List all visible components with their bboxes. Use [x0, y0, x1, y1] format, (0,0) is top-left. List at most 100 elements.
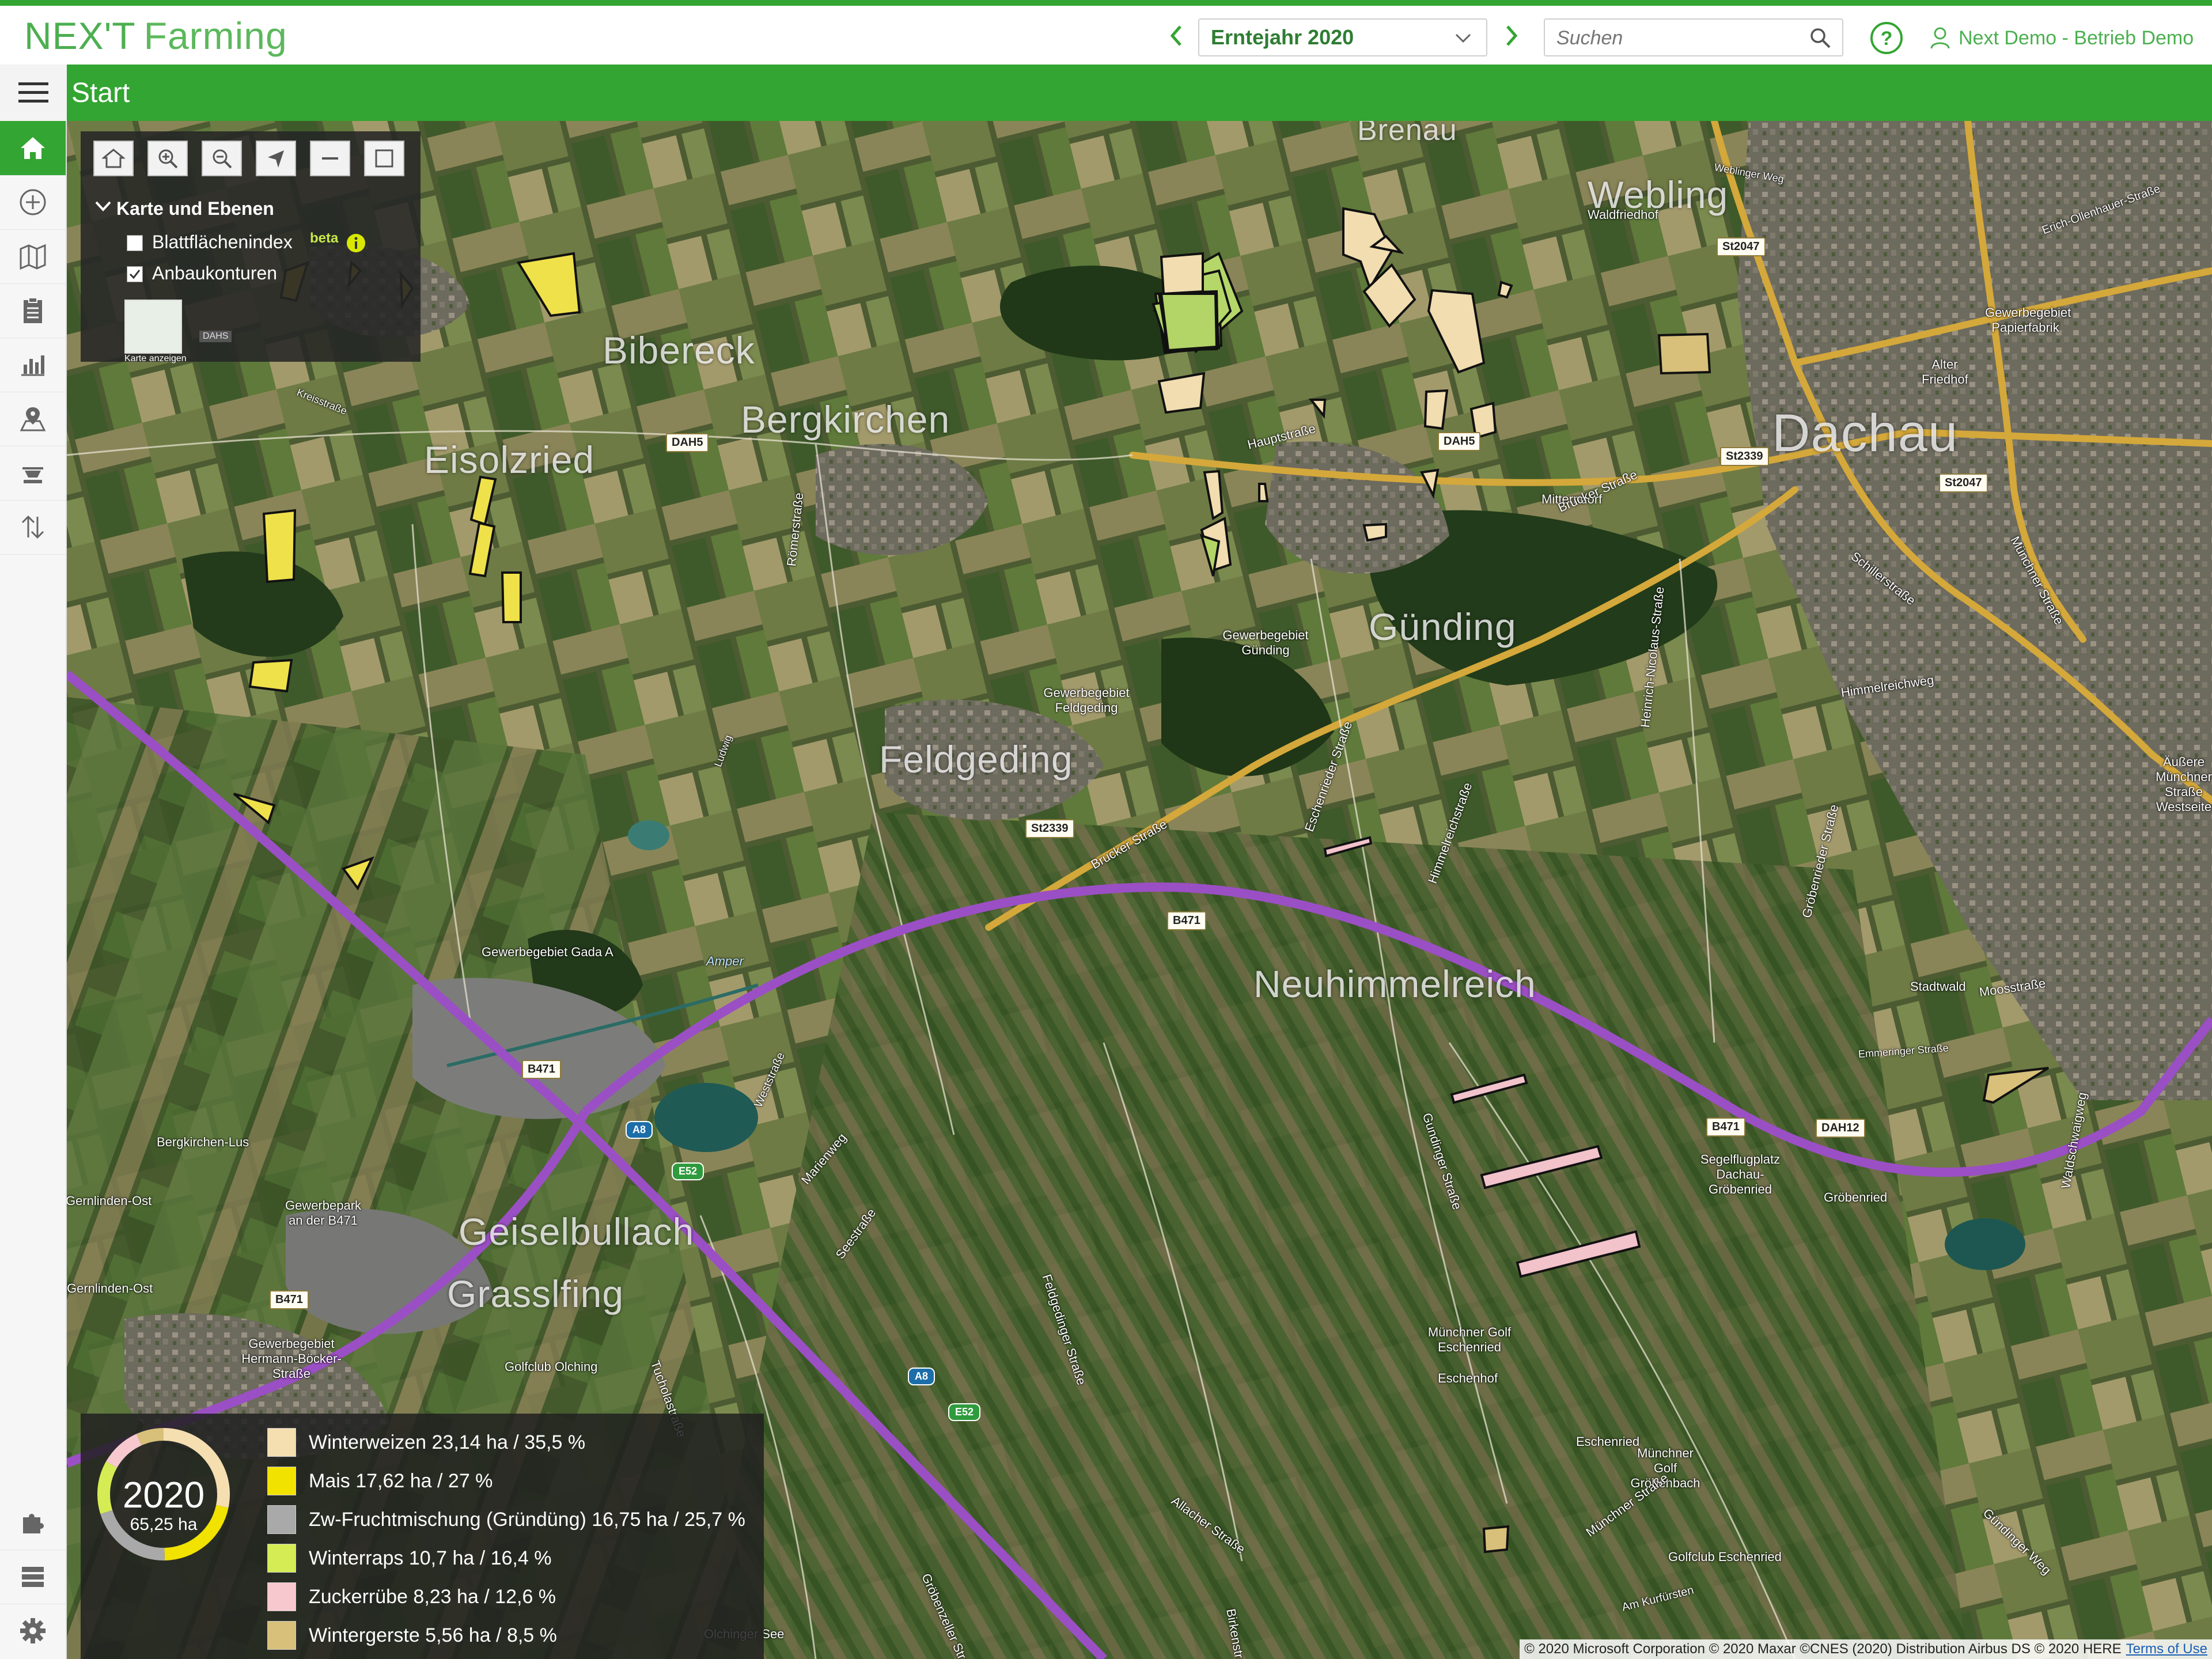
locate-button[interactable] [256, 141, 296, 176]
legend-swatch [267, 1621, 296, 1650]
legend-item[interactable]: Wintergerste 5,56 ha / 8,5 % [267, 1619, 557, 1652]
zoom-out-icon [213, 149, 232, 169]
road-shield: B471 [270, 1290, 309, 1309]
poi-label: Bergkirchen-Lus [157, 1135, 249, 1149]
season-select[interactable]: Erntejahr 2020 [1198, 18, 1487, 56]
logo-next: NEX'T [24, 14, 136, 57]
basemap-road-shield: DAHS [199, 331, 232, 342]
sidebar-item-field-book[interactable] [0, 229, 66, 284]
layers-section-title[interactable]: Karte und Ebenen [116, 198, 274, 219]
app-logo[interactable]: NEX'T Farming [24, 13, 287, 59]
legend-label: Zw-Fruchtmischung (Gründüng) 16,75 ha / … [309, 1508, 745, 1531]
zoom-in-button[interactable] [147, 141, 188, 176]
legend-item[interactable]: Zw-Fruchtmischung (Gründüng) 16,75 ha / … [267, 1503, 745, 1536]
poi-label: Gröbenried [1824, 1190, 1888, 1205]
user-menu[interactable]: Next Demo - Betrieb Demo [1930, 20, 2194, 56]
legend-label: Winterweizen 23,14 ha / 35,5 % [309, 1431, 586, 1453]
help-icon[interactable]: ? [1869, 21, 1904, 58]
legend-swatch [267, 1544, 296, 1573]
road-shield: B471 [522, 1060, 561, 1079]
poi-label: Alter Friedhof [1922, 357, 1968, 387]
lai-layer-checkbox[interactable] [127, 235, 143, 251]
sidebar-item-list[interactable] [0, 1550, 66, 1604]
sidebar-item-extensions[interactable] [0, 1495, 66, 1550]
legend-year: 2020 [122, 1474, 205, 1516]
water-label: Amper [706, 954, 744, 968]
map-pin-icon [20, 407, 46, 431]
sidebar-item-map[interactable] [0, 392, 66, 446]
legend-swatch [267, 1428, 296, 1457]
crop-legend: 2020 65,25 ha Winterweizen 23,14 ha / 35… [81, 1414, 764, 1659]
sidebar-item-tasks[interactable] [0, 283, 66, 338]
place-label: Dachau [1772, 404, 1959, 463]
sidebar-item-add[interactable] [0, 175, 66, 230]
place-label: Neuhimmelreich [1253, 963, 1536, 1005]
highway-shield: A8 [908, 1368, 935, 1385]
hamburger-icon [18, 82, 48, 103]
next-season-button[interactable] [1498, 21, 1525, 51]
road-shield: DAH5 [666, 433, 709, 452]
poi-label: Waldfriedhof [1588, 207, 1658, 222]
basemap-thumbnail[interactable] [124, 300, 182, 354]
legend-item[interactable]: Mais 17,62 ha / 27 % [267, 1465, 493, 1497]
chevron-down-icon[interactable] [94, 199, 112, 216]
user-icon [1930, 27, 1950, 49]
svg-text:?: ? [1881, 28, 1893, 50]
add-icon [20, 189, 46, 215]
search-icon[interactable] [1809, 26, 1832, 52]
puzzle-icon [23, 1514, 44, 1533]
map-home-button[interactable] [93, 141, 134, 176]
legend-label: Mais 17,62 ha / 27 % [309, 1469, 493, 1492]
zoom-out-button[interactable] [202, 141, 242, 176]
place-label: Bergkirchen [741, 398, 950, 441]
road-shield: B471 [1167, 911, 1206, 930]
draw-rectangle-button[interactable] [364, 141, 404, 176]
crop-contours-label[interactable]: Anbaukonturen [152, 263, 277, 284]
hamburger-menu-button[interactable] [0, 65, 67, 121]
place-label: Feldgeding [879, 738, 1073, 781]
poi-label: Gernlinden-Ost [67, 1194, 152, 1208]
lai-layer-label[interactable]: Blattflächenindex [152, 232, 293, 253]
draw-line-button[interactable] [310, 141, 350, 176]
place-label: Bibereck [603, 329, 755, 372]
top-accent-stripe [0, 0, 2212, 6]
terms-of-use-link[interactable]: Terms of Use [2126, 1641, 2207, 1657]
place-label: Geiselbullach [459, 1210, 695, 1253]
road-shield: St2339 [1720, 447, 1769, 466]
home-icon [102, 149, 125, 168]
highway-shield: E52 [672, 1162, 704, 1180]
poi-label: Gewerbegebiet Hermann-Böcker-Straße [241, 1336, 342, 1381]
legend-label: Winterraps 10,7 ha / 16,4 % [309, 1547, 552, 1569]
top-bar: NEX'T Farming Erntejahr 2020 ? Next Demo… [0, 6, 2212, 65]
legend-item[interactable]: Winterweizen 23,14 ha / 35,5 % [267, 1426, 585, 1459]
poi-label: Segelflugplatz Dachau-Gröbenried [1700, 1152, 1781, 1196]
sidebar-item-settings[interactable] [0, 1604, 66, 1658]
previous-season-button[interactable] [1162, 21, 1190, 51]
poi-label: Golfclub Eschenried [1668, 1550, 1782, 1564]
title-bar: Start [0, 65, 2212, 121]
clipboard-icon [24, 297, 42, 323]
info-icon[interactable] [346, 233, 366, 256]
poi-label: Gewerbegebiet Günding [1222, 628, 1309, 657]
sidebar-item-reports[interactable] [0, 338, 66, 392]
sync-icon [21, 515, 44, 539]
legend-item[interactable]: Zuckerrübe 8,23 ha / 12,6 % [267, 1581, 556, 1613]
line-icon [322, 157, 338, 160]
basemap-label[interactable]: Karte anzeigen [124, 354, 187, 364]
search-field[interactable] [1544, 18, 1843, 56]
page-title: Start [71, 78, 130, 108]
home-icon [21, 137, 45, 159]
sidebar-item-storage[interactable] [0, 446, 66, 501]
crop-contours-checkbox[interactable] [127, 266, 143, 282]
field-book-icon [20, 244, 46, 270]
checkmark-icon [129, 270, 141, 279]
sidebar-item-sync[interactable] [0, 500, 66, 555]
map-canvas[interactable]: Bibereck Bergkirchen Eisolzried Webling … [67, 121, 2212, 1659]
place-label: Grasslfing [447, 1272, 624, 1315]
search-input[interactable] [1555, 23, 1800, 53]
sidebar-item-home[interactable] [0, 121, 66, 176]
locate-icon [268, 150, 284, 168]
legend-swatch [267, 1582, 296, 1611]
legend-swatch [267, 1467, 296, 1495]
legend-item[interactable]: Winterraps 10,7 ha / 16,4 % [267, 1542, 551, 1574]
